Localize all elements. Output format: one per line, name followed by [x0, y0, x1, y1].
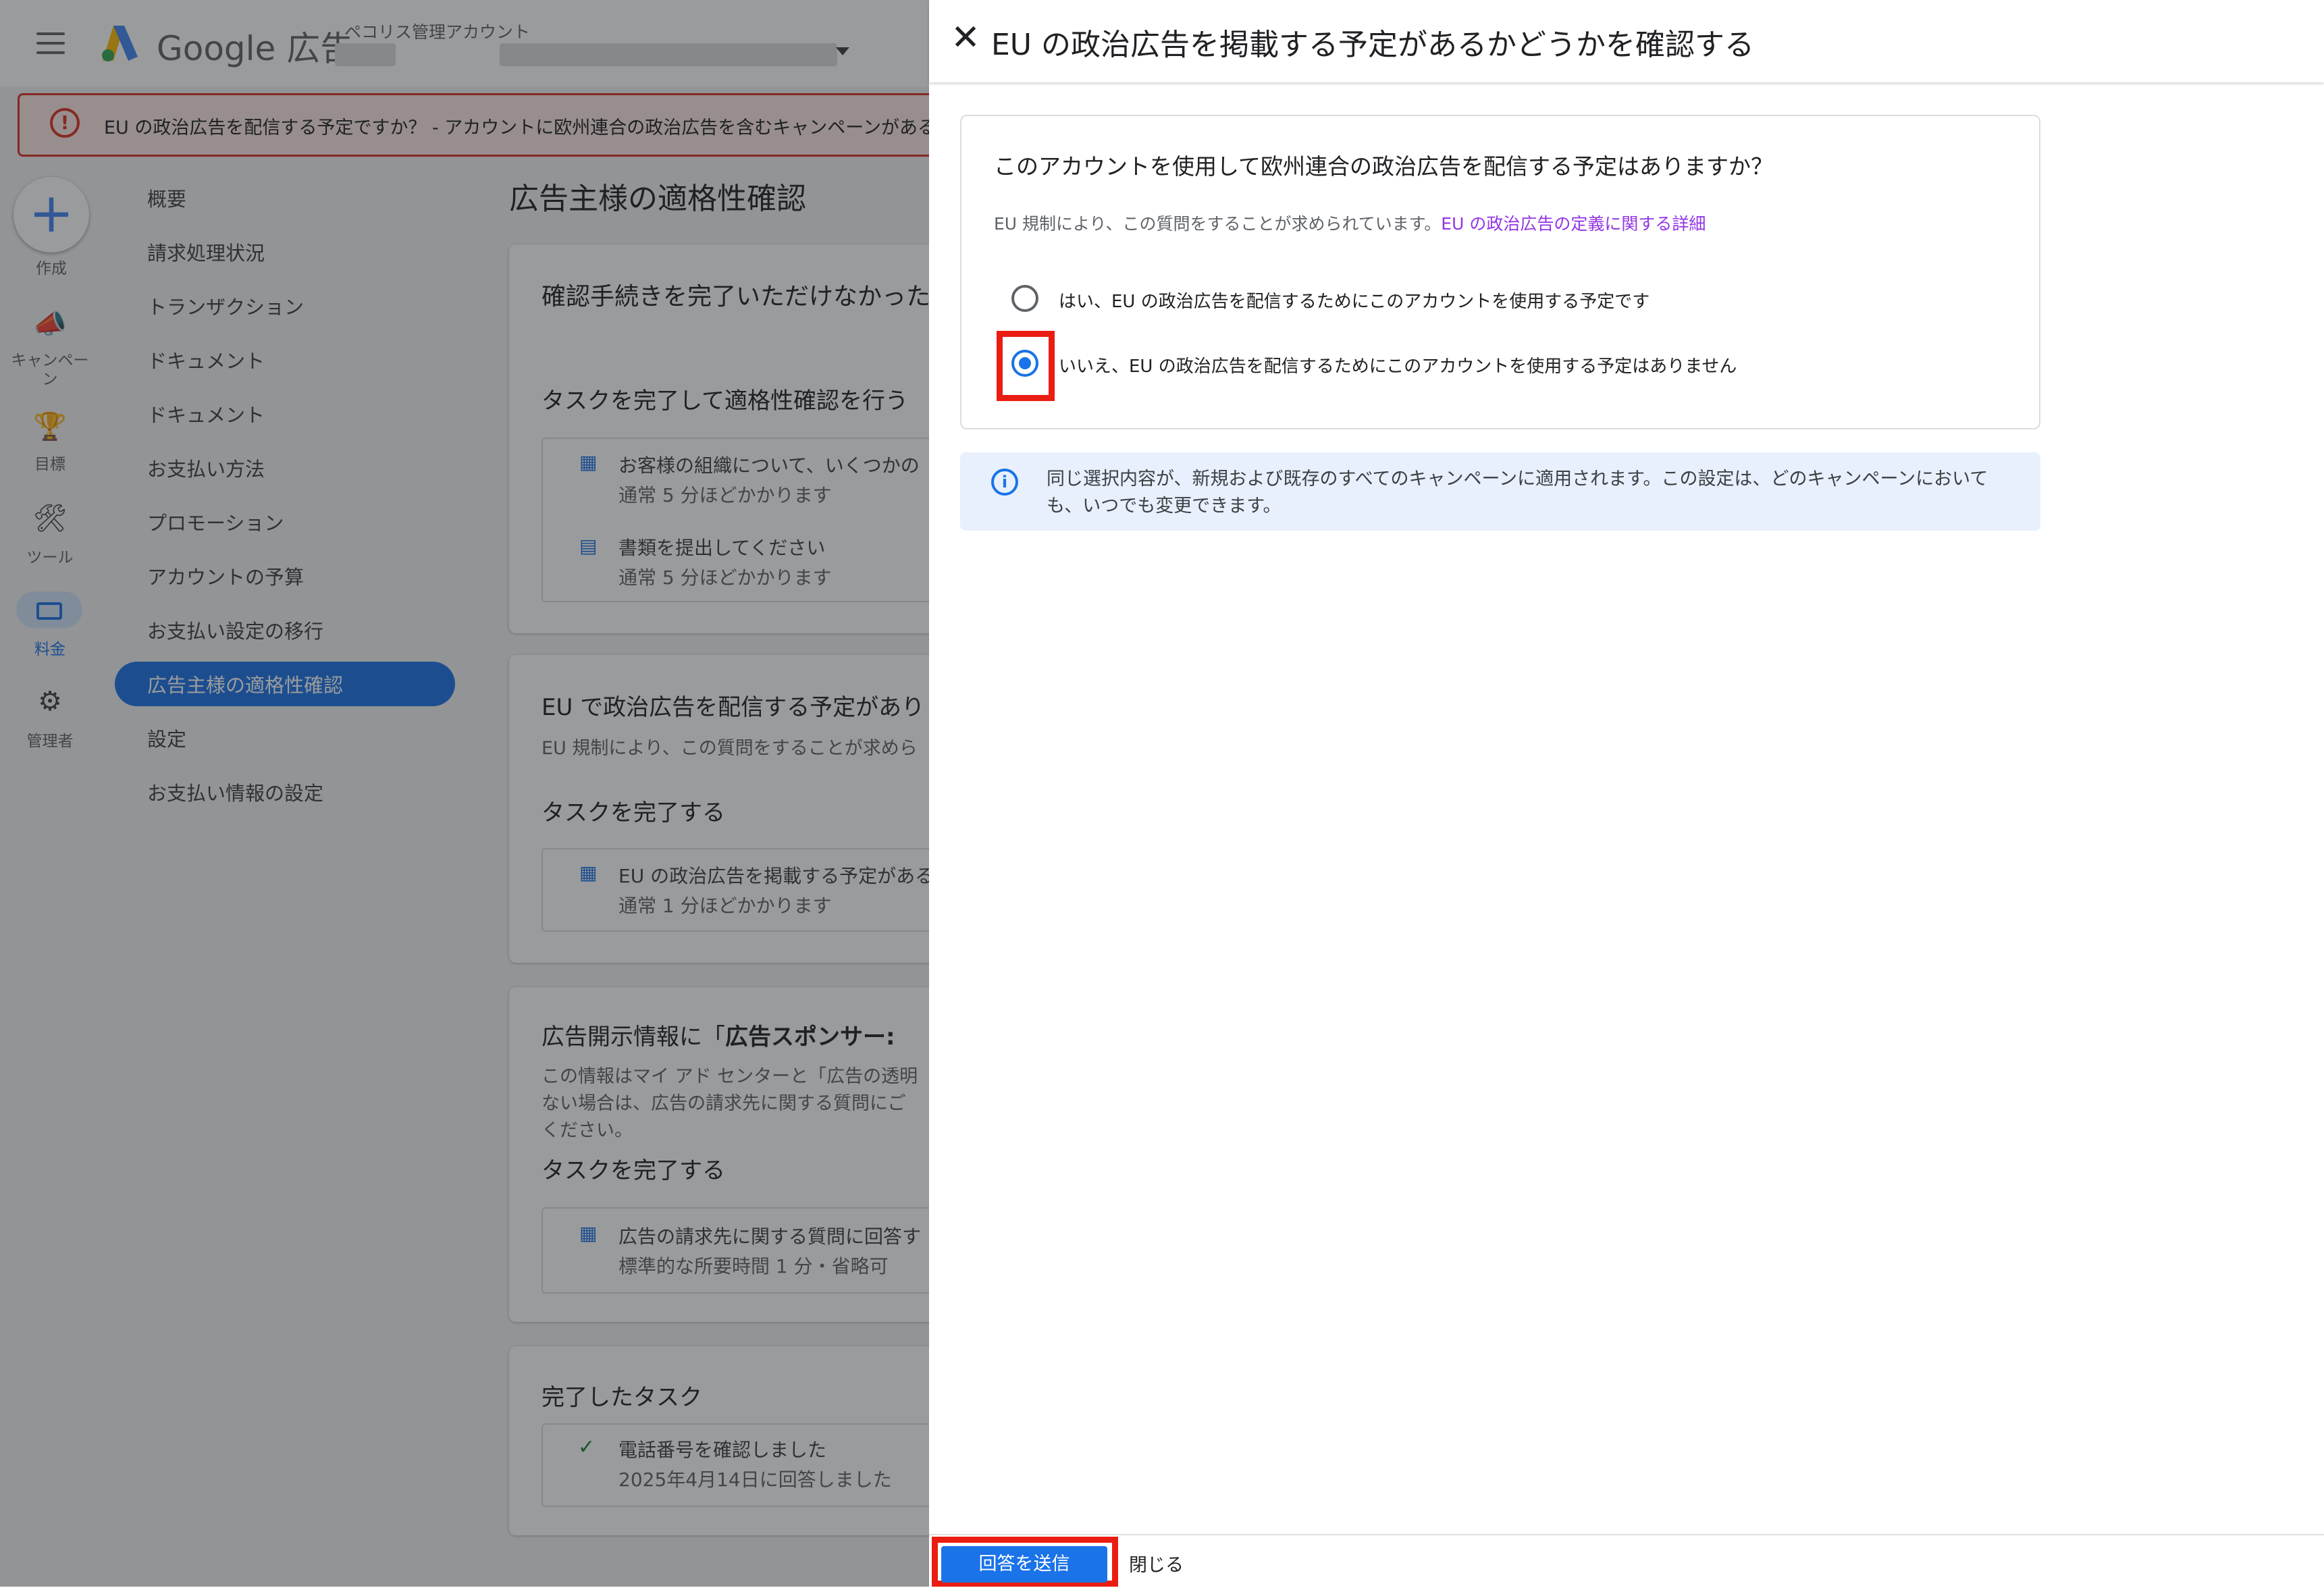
submit-answer-button[interactable]: 回答を送信 — [941, 1546, 1107, 1583]
info-text: 同じ選択内容が、新規および既存のすべてのキャンペーンに適用されます。この設定は、… — [1047, 469, 1988, 517]
modal-scrim[interactable] — [0, 0, 929, 1587]
radio-yes[interactable] — [1011, 285, 1038, 312]
panel-header: ✕ EU の政治広告を掲載する予定があるかどうかを確認する — [929, 0, 2324, 82]
close-icon[interactable]: ✕ — [947, 19, 984, 57]
question-title: このアカウントを使用して欧州連合の政治広告を配信する予定はありますか？ — [994, 153, 1774, 180]
eu-political-ads-panel: ✕ EU の政治広告を掲載する予定があるかどうかを確認する このアカウントを使用… — [929, 0, 2324, 1588]
panel-title: EU の政治広告を掲載する予定があるかどうかを確認する — [991, 28, 1754, 62]
regulation-note-text: EU 規制により、この質問をすることが求められています。 — [994, 214, 1442, 234]
radio-no-selected[interactable] — [1011, 350, 1038, 377]
eu-definition-link[interactable]: EU の政治広告の定義に関する詳細 — [1441, 214, 1706, 234]
regulation-note: EU 規制により、この質問をすることが求められています。EU の政治広告の定義に… — [994, 211, 1706, 235]
close-button[interactable]: 閉じる — [1129, 1550, 1184, 1577]
info-icon: i — [991, 469, 1018, 496]
option-yes-label[interactable]: はい、EU の政治広告を配信するためにこのアカウントを使用する予定です — [1059, 288, 1649, 313]
option-no-label[interactable]: いいえ、EU の政治広告を配信するためにこのアカウントを使用する予定はありません — [1059, 352, 1737, 377]
